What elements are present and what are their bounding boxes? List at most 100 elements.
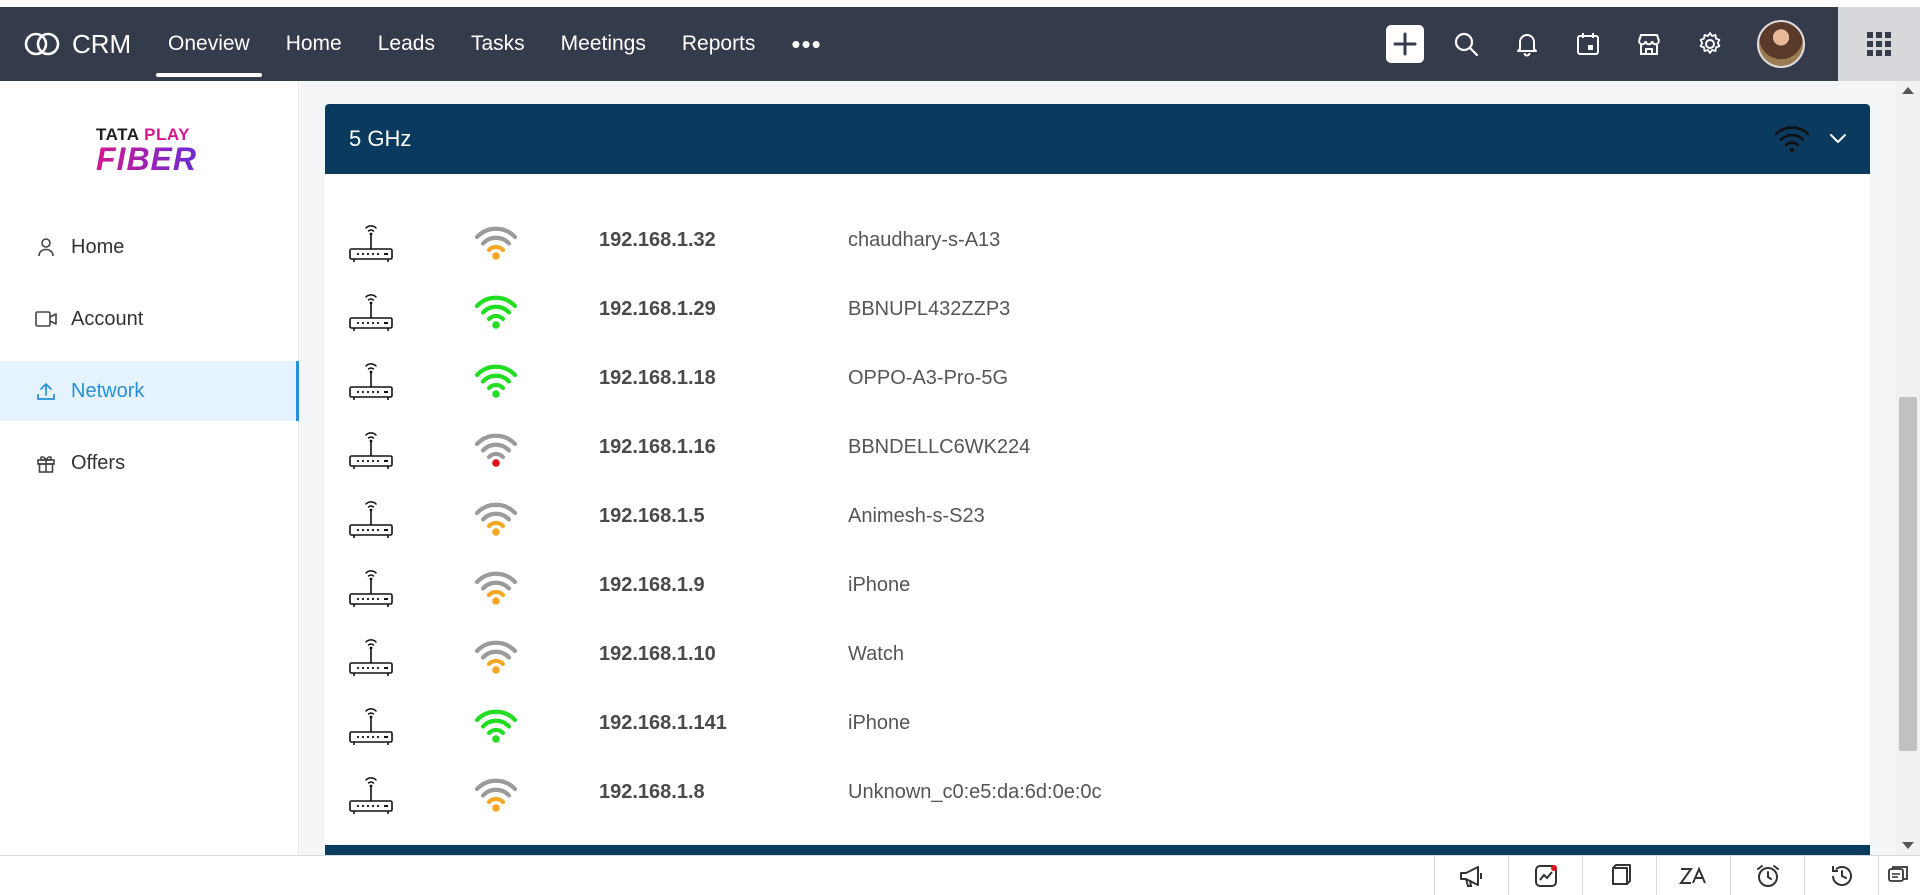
device-ip: 192.168.1.9 (599, 574, 705, 596)
device-name: iPhone (848, 574, 911, 596)
sidebar-item-network[interactable]: Network (0, 361, 299, 421)
chat-button[interactable] (1878, 856, 1916, 895)
router-icon (347, 565, 395, 614)
gift-icon (35, 452, 57, 474)
router-icon (347, 289, 395, 338)
router-icon (347, 496, 395, 545)
search-icon (1454, 32, 1479, 57)
app-name: CRM (72, 28, 132, 59)
notifications-button[interactable] (1507, 24, 1547, 64)
reminders-button[interactable] (1730, 856, 1804, 895)
next-band-header[interactable] (325, 845, 1870, 855)
device-row[interactable]: 192.168.1.29 BBNUPL432ZZP3 (325, 283, 1870, 352)
device-row[interactable]: 192.168.1.8 Unknown_c0:e5:da:6d:0e:0c (325, 766, 1870, 835)
quick-create-button[interactable] (1385, 24, 1425, 64)
nav-tab-leads[interactable]: Leads (366, 7, 447, 81)
bell-icon (1517, 34, 1537, 57)
nav-tab-oneview[interactable]: Oneview (156, 7, 262, 81)
device-row[interactable]: 192.168.1.5 Animesh-s-S23 (325, 490, 1870, 559)
analytics-button[interactable] (1508, 856, 1582, 895)
device-ip: 192.168.1.16 (599, 436, 716, 458)
router-icon (347, 703, 395, 752)
alarm-icon (1756, 864, 1779, 887)
marketplace-button[interactable] (1629, 24, 1669, 64)
analytics-icon (1534, 864, 1557, 887)
scroll-down-arrow[interactable] (1902, 842, 1914, 849)
wifi-signal-icon (473, 293, 519, 338)
vertical-scrollbar[interactable] (1896, 81, 1920, 855)
sidebar-item-label: Network (71, 379, 145, 402)
zia-icon (1678, 865, 1706, 884)
scroll-up-arrow[interactable] (1902, 87, 1914, 94)
header-tools (1385, 7, 1805, 81)
history-icon (1831, 865, 1852, 886)
apps-menu-button[interactable] (1838, 7, 1920, 81)
device-row[interactable]: 192.168.1.18 OPPO-A3-Pro-5G (325, 352, 1870, 421)
sidebar-item-label: Offers (71, 451, 126, 474)
nav-tab-tasks[interactable]: Tasks (459, 7, 537, 81)
device-row[interactable]: 192.168.1.9 iPhone (325, 559, 1870, 628)
device-ip: 192.168.1.10 (599, 643, 716, 665)
sidebar-item-home[interactable]: Home (0, 217, 299, 277)
device-name: chaudhary-s-A13 (848, 229, 1001, 251)
router-icon (347, 358, 395, 407)
more-tabs-button[interactable]: ••• (779, 7, 833, 81)
sidebar-item-offers[interactable]: Offers (0, 433, 299, 493)
notes-icon (1611, 863, 1631, 885)
nav-tab-reports[interactable]: Reports (670, 7, 768, 81)
chevron-down-icon[interactable] (1828, 128, 1848, 148)
main-content: 5 GHz 192.168.1.32 chaudhary-s-A13 192.168… (300, 81, 1896, 855)
device-row[interactable]: 192.168.1.10 Watch (325, 628, 1870, 697)
store-icon (1638, 34, 1660, 55)
sidebar: TATA PLAY FIBER Home Account Network Off… (0, 81, 299, 855)
chat-icon (1887, 865, 1908, 882)
scroll-thumb[interactable] (1899, 397, 1917, 751)
router-icon (347, 220, 395, 269)
wifi-signal-icon (473, 707, 519, 752)
sidebar-item-account[interactable]: Account (0, 289, 299, 349)
logo-word-fiber: FIBER (96, 141, 197, 177)
router-icon (347, 772, 395, 821)
device-list: 192.168.1.32 chaudhary-s-A13 192.168.1.29 B… (325, 214, 1870, 835)
device-ip: 192.168.1.8 (599, 781, 705, 803)
sidebar-item-label: Account (71, 307, 144, 330)
router-icon (347, 634, 395, 683)
device-ip: 192.168.1.18 (599, 367, 716, 389)
wifi-signal-icon (473, 431, 519, 476)
device-ip: 192.168.1.29 (599, 298, 716, 320)
wifi-signal-icon (473, 500, 519, 545)
device-name: BBNDELLC6WK224 (848, 436, 1031, 458)
top-strip (0, 0, 1920, 7)
band-header[interactable]: 5 GHz (325, 104, 1870, 174)
device-row[interactable]: 192.168.1.32 chaudhary-s-A13 (325, 214, 1870, 283)
calendar-button[interactable] (1568, 24, 1608, 64)
wifi-signal-icon (473, 776, 519, 821)
apps-grid-icon (1867, 32, 1891, 56)
announcements-button[interactable] (1434, 856, 1508, 895)
upload-icon (35, 380, 57, 402)
sidebar-item-label: Home (71, 235, 125, 258)
user-avatar[interactable] (1757, 20, 1805, 68)
zia-button[interactable] (1656, 856, 1730, 895)
band-title: 5 GHz (349, 126, 412, 151)
wifi-signal-icon (473, 224, 519, 269)
account-icon (35, 308, 57, 330)
device-name: OPPO-A3-Pro-5G (848, 367, 1009, 389)
notes-button[interactable] (1582, 856, 1656, 895)
search-button[interactable] (1446, 24, 1486, 64)
user-icon (35, 236, 57, 258)
crm-brand[interactable]: CRM (22, 29, 156, 60)
device-name: iPhone (848, 712, 911, 734)
device-name: Animesh-s-S23 (848, 505, 985, 527)
main-nav: Oneview Home Leads Tasks Meetings Report… (156, 7, 834, 81)
device-row[interactable]: 192.168.1.16 BBNDELLC6WK224 (325, 421, 1870, 490)
device-ip: 192.168.1.141 (599, 712, 727, 734)
recent-items-button[interactable] (1804, 856, 1878, 895)
bottom-toolbar (0, 855, 1920, 895)
device-ip: 192.168.1.32 (599, 229, 716, 251)
settings-button[interactable] (1690, 24, 1730, 64)
device-row[interactable]: 192.168.1.141 iPhone (325, 697, 1870, 766)
nav-tab-home[interactable]: Home (274, 7, 354, 81)
nav-tab-meetings[interactable]: Meetings (549, 7, 658, 81)
wifi-signal-icon (473, 569, 519, 614)
